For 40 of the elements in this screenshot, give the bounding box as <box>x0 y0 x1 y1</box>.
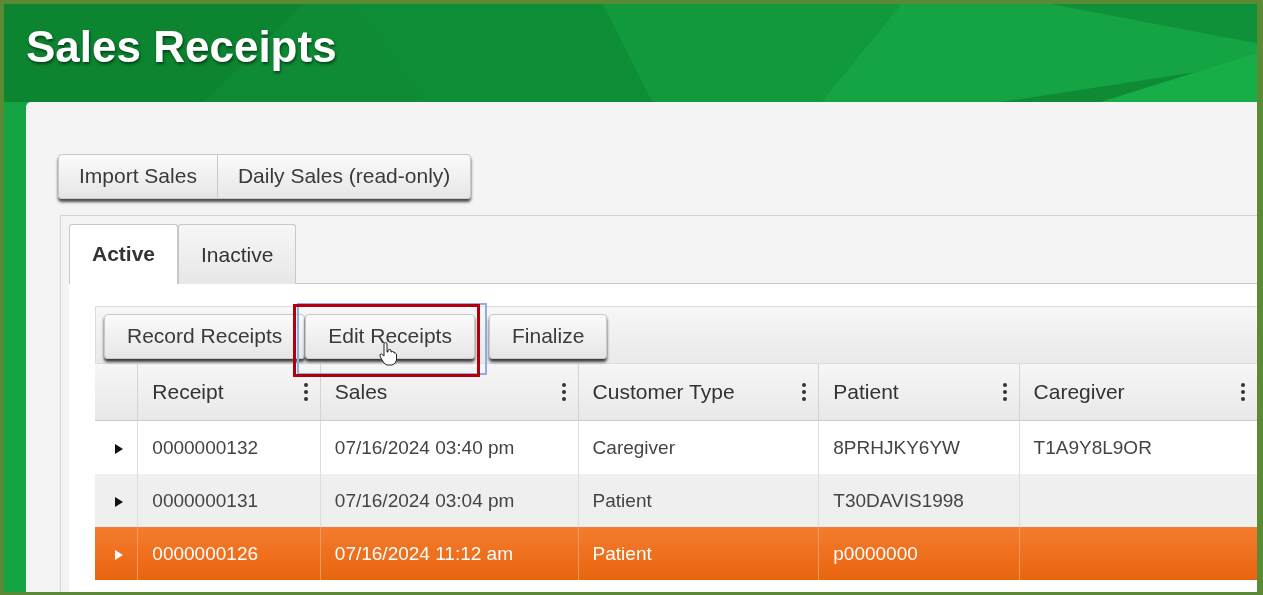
table-cell: T30DAVIS1998 <box>833 489 964 511</box>
table-cell: 07/16/2024 11:12 am <box>334 542 513 564</box>
table-cell: Patient <box>592 542 652 564</box>
table-cell: Caregiver <box>592 436 675 458</box>
column-header[interactable]: Patient <box>818 364 1020 421</box>
table-cell: 07/16/2024 03:40 pm <box>334 436 515 458</box>
table-cell: p0000000 <box>833 542 918 564</box>
toolbar-button[interactable]: Edit Receipts <box>305 314 475 359</box>
expand-icon[interactable] <box>115 443 123 454</box>
action-button[interactable]: Daily Sales (read-only) <box>217 154 472 199</box>
tab[interactable]: Active <box>69 224 179 284</box>
column-header[interactable]: Customer Type <box>578 364 819 421</box>
column-title: Patient <box>833 380 899 404</box>
table-cell: 8PRHJKY6YW <box>833 436 960 458</box>
header-cell <box>95 364 138 421</box>
table-cell: 07/16/2024 03:04 pm <box>334 489 515 511</box>
table-cell: 0000000132 <box>152 436 258 458</box>
more-icon[interactable] <box>802 383 807 401</box>
action-button[interactable]: Import Sales <box>58 154 218 199</box>
toolbar-button[interactable]: Finalize <box>488 314 608 359</box>
page-title: Sales Receipts <box>25 21 337 72</box>
table-cell: Patient <box>592 489 652 511</box>
column-title: Receipt <box>152 380 224 404</box>
table-cell: 0000000131 <box>152 489 258 511</box>
table-cell: 0000000126 <box>152 542 258 564</box>
table-row[interactable]: 0000000131 07/16/2024 03:04 pm Patient T30DAVIS1998 <box>95 474 1257 527</box>
more-icon[interactable] <box>1241 383 1245 401</box>
more-icon[interactable] <box>1002 383 1007 401</box>
column-header[interactable]: Sales <box>320 364 579 421</box>
more-icon[interactable] <box>303 383 308 401</box>
more-icon[interactable] <box>561 383 566 401</box>
column-header[interactable]: Receipt <box>137 364 321 421</box>
table-cell: T1A9Y8L9OR <box>1033 436 1152 458</box>
column-title: Caregiver <box>1033 380 1125 404</box>
column-header[interactable]: Caregiver <box>1019 364 1257 421</box>
toolbar-button[interactable]: Record Receipts <box>104 314 306 359</box>
expand-icon[interactable] <box>115 496 123 507</box>
column-title: Customer Type <box>592 380 735 404</box>
column-title: Sales <box>334 380 388 404</box>
tab[interactable]: Inactive <box>178 224 297 284</box>
